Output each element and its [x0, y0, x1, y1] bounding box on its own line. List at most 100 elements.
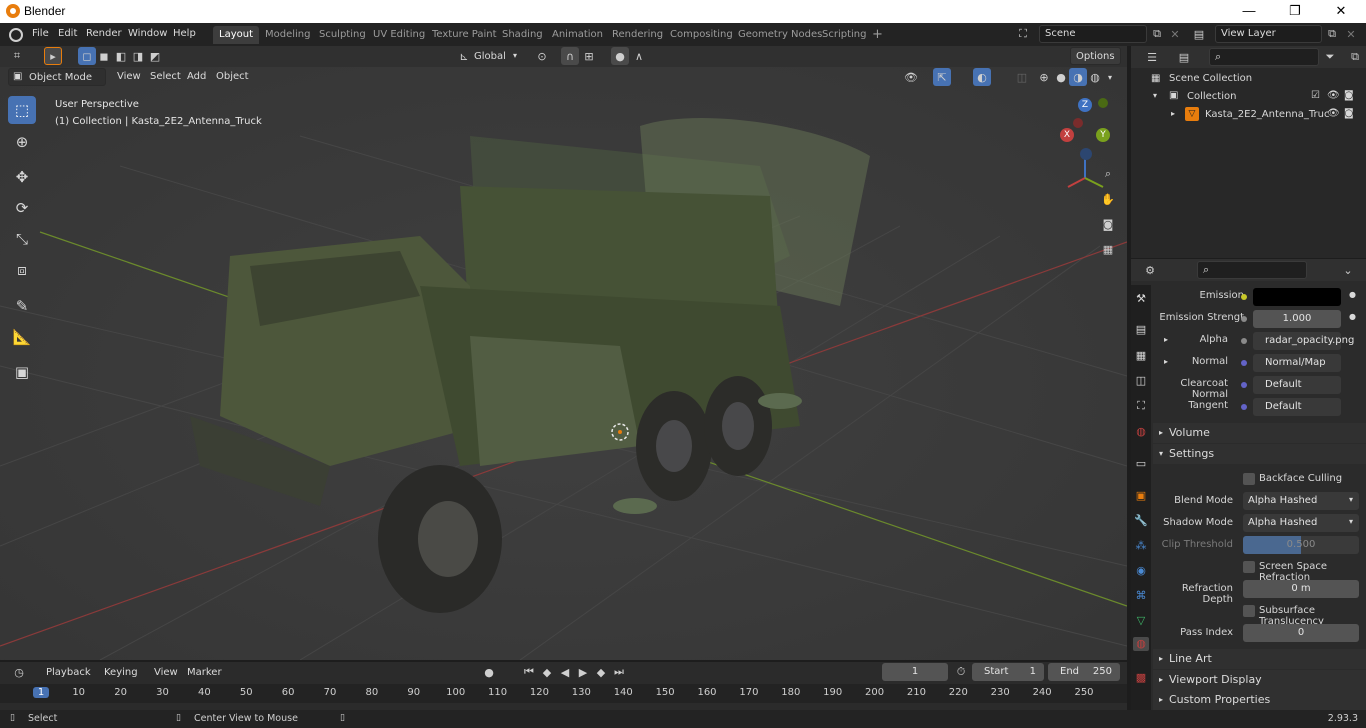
cursor-tool-icon[interactable]: ⊕ [8, 128, 36, 156]
new-scene-icon[interactable]: ⧉ [1148, 25, 1166, 43]
gizmo-toggle-icon[interactable]: ⇱ [933, 68, 951, 86]
proportional-edit-icon[interactable]: ● [611, 47, 629, 65]
texture-tab-icon[interactable]: ▩ [1134, 671, 1148, 685]
next-keyframe-icon[interactable]: ◆ [592, 663, 610, 681]
world-tab-icon[interactable]: ◍ [1134, 425, 1148, 439]
pan-hand-icon[interactable]: ✋ [1099, 190, 1117, 208]
tab-animation[interactable]: Animation [546, 26, 609, 44]
visibility-icon[interactable]: 👁 [902, 68, 920, 86]
tab-texture-paint[interactable]: Texture Paint [426, 26, 503, 44]
end-frame-field[interactable]: End 250 [1048, 663, 1120, 681]
menu-object[interactable]: Object [216, 71, 249, 82]
constraints-tab-icon[interactable]: ⌘ [1134, 589, 1148, 603]
emission-strength-field[interactable]: 1.000 [1253, 310, 1341, 328]
select-intersect-icon[interactable]: ◩ [146, 47, 164, 65]
record-icon[interactable]: ● [480, 663, 498, 681]
volume-section-header[interactable]: ▸ Volume [1153, 423, 1366, 443]
screen-space-refraction-checkbox[interactable] [1243, 561, 1255, 573]
transform-orientation-value[interactable]: Global [474, 51, 506, 62]
outliner-search-input[interactable] [1209, 48, 1319, 66]
properties-editor-icon[interactable]: ⚙ [1141, 261, 1159, 279]
menu-add[interactable]: Add [187, 71, 206, 82]
pivot-point-icon[interactable]: ⊙ [533, 47, 551, 65]
select-mode-icon[interactable]: ▸ [44, 47, 62, 65]
custom-properties-section-header[interactable]: ▸ Custom Properties [1153, 690, 1366, 710]
collection-tab-icon[interactable]: ▭ [1134, 457, 1148, 471]
new-view-layer-icon[interactable]: ⧉ [1323, 25, 1341, 43]
alpha-texture-field[interactable]: radar_opacity.png [1253, 332, 1354, 350]
pass-index-field[interactable]: 0 [1243, 624, 1359, 642]
menu-timeline-view[interactable]: View [154, 667, 178, 678]
clearcoat-normal-socket-icon[interactable] [1241, 382, 1247, 388]
menu-keying[interactable]: Keying [104, 667, 138, 678]
clearcoat-normal-field[interactable]: Default [1253, 376, 1341, 394]
outliner-editor-icon[interactable]: ☰ [1143, 48, 1161, 66]
menu-view[interactable]: View [117, 71, 141, 82]
tab-scripting[interactable]: Scripting [816, 26, 872, 44]
prev-keyframe-icon[interactable]: ◆ [538, 663, 556, 681]
gizmo-y-axis[interactable]: Y [1096, 128, 1110, 142]
stopwatch-icon[interactable]: ⏱ [952, 663, 970, 681]
menu-window[interactable]: Window [128, 28, 167, 39]
play-icon[interactable]: ▶ [574, 663, 592, 681]
blender-menu-icon[interactable] [9, 28, 23, 42]
blend-mode-dropdown[interactable]: Alpha Hashed [1243, 492, 1359, 510]
current-frame-field[interactable]: 1 [882, 663, 948, 681]
play-reverse-icon[interactable]: ◀ [556, 663, 574, 681]
object-tab-icon[interactable]: ▣ [1134, 489, 1148, 503]
gizmo-neg-x-axis[interactable] [1073, 118, 1083, 128]
settings-section-header[interactable]: ▾ Settings [1153, 444, 1366, 464]
options-button[interactable]: Options [1070, 47, 1121, 65]
move-tool-icon[interactable]: ✥ [8, 163, 36, 191]
tab-sculpting[interactable]: Sculpting [313, 26, 372, 44]
menu-select[interactable]: Select [150, 71, 181, 82]
shadow-mode-dropdown[interactable]: Alpha Hashed [1243, 514, 1359, 532]
menu-help[interactable]: Help [173, 28, 196, 39]
expand-object-icon[interactable]: ▸ [1171, 109, 1175, 118]
perspective-grid-icon[interactable]: ▦ [1099, 240, 1117, 258]
emission-socket-icon[interactable] [1241, 294, 1247, 300]
tab-shading[interactable]: Shading [496, 26, 549, 44]
overlays-icon[interactable]: ◐ [973, 68, 991, 86]
menu-edit[interactable]: Edit [58, 28, 77, 39]
measure-tool-icon[interactable]: 📐 [8, 323, 36, 351]
scene-collection-label[interactable]: Scene Collection [1169, 73, 1252, 84]
expand-collection-icon[interactable]: ▾ [1153, 91, 1157, 100]
scene-tab-icon[interactable]: ⛶ [1134, 399, 1148, 413]
tab-compositing[interactable]: Compositing [664, 26, 739, 44]
select-subtract-icon[interactable]: ◧ [112, 47, 130, 65]
timeline-playhead[interactable]: 1 [33, 687, 49, 698]
rotate-tool-icon[interactable]: ⟳ [8, 194, 36, 222]
menu-file[interactable]: File [32, 28, 49, 39]
view-layer-tab-icon[interactable]: ◫ [1134, 374, 1148, 388]
material-tab-icon[interactable]: ◍ [1133, 637, 1149, 651]
minimize-button[interactable]: — [1234, 2, 1264, 20]
emission-strength-socket-icon[interactable] [1241, 316, 1247, 322]
editor-type-icon[interactable]: ⌗ [8, 47, 26, 65]
backface-culling-checkbox[interactable] [1243, 473, 1255, 485]
solid-shading-icon[interactable]: ● [1052, 68, 1070, 86]
output-tab-icon[interactable]: ▦ [1134, 349, 1148, 363]
tab-geometry-nodes[interactable]: Geometry Nodes [732, 26, 828, 44]
data-tab-icon[interactable]: ▽ [1134, 614, 1148, 628]
alpha-socket-icon[interactable] [1241, 338, 1247, 344]
scene-name-field[interactable]: Scene [1039, 25, 1147, 43]
object-render-icon[interactable]: ◙ [1344, 108, 1354, 119]
clip-threshold-slider[interactable]: 0.500 [1243, 536, 1359, 554]
tab-rendering[interactable]: Rendering [606, 26, 669, 44]
keyframe-dot-icon[interactable]: ● [1349, 290, 1356, 299]
jump-start-icon[interactable]: ⏮ [520, 663, 538, 681]
rendered-shading-icon[interactable]: ◍ [1086, 68, 1104, 86]
wireframe-shading-icon[interactable]: ⊕ [1035, 68, 1053, 86]
scale-tool-icon[interactable]: ⤡ [8, 225, 36, 253]
add-cube-tool-icon[interactable]: ▣ [8, 358, 36, 386]
display-mode-icon[interactable]: ▤ [1175, 48, 1193, 66]
viewport-display-section-header[interactable]: ▸ Viewport Display [1153, 670, 1366, 690]
line-art-section-header[interactable]: ▸ Line Art [1153, 649, 1366, 669]
transform-tool-icon[interactable]: ⧈ [8, 256, 36, 284]
collection-visibility-icon[interactable]: 👁 [1327, 90, 1340, 101]
add-workspace-button[interactable]: + [866, 26, 889, 44]
normal-field[interactable]: Normal/Map [1253, 354, 1341, 372]
select-new-icon[interactable]: ◻ [78, 47, 96, 65]
jump-end-icon[interactable]: ⏭ [610, 663, 628, 681]
